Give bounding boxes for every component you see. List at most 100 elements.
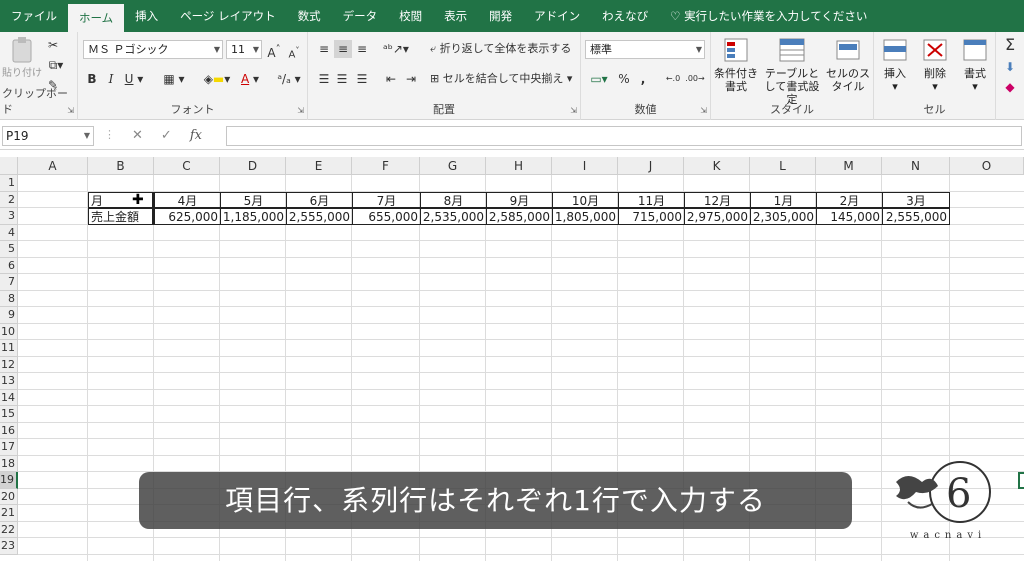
align-right-icon[interactable]: ☰ — [354, 70, 370, 88]
column-header-d[interactable]: D — [220, 157, 286, 175]
increase-decimal-icon[interactable]: ←.0 — [663, 70, 683, 88]
cut-icon[interactable]: ✂ — [45, 36, 61, 54]
sales-value-cell[interactable]: 2,305,000 — [750, 208, 816, 225]
autosum-icon[interactable]: Σ — [1002, 36, 1018, 54]
month-header-cell[interactable]: 5月 — [220, 191, 286, 208]
tab-insert[interactable]: 挿入 — [124, 0, 169, 32]
sales-value-cell[interactable]: 2,555,000 — [286, 208, 352, 225]
row-header-15[interactable]: 15 — [0, 406, 18, 423]
tab-waenavi[interactable]: わえなび — [591, 0, 659, 32]
sales-value-cell[interactable]: 2,975,000 — [684, 208, 750, 225]
decrease-decimal-icon[interactable]: .00→ — [685, 70, 705, 88]
clear-icon[interactable]: ◆ — [1002, 78, 1018, 96]
align-middle-icon[interactable]: ≡ — [334, 40, 352, 58]
sales-value-cell[interactable]: 2,585,000 — [486, 208, 552, 225]
cell-styles-button[interactable]: セルのスタイル — [825, 36, 871, 93]
column-header-b[interactable]: B — [88, 157, 154, 175]
merge-center-button[interactable]: ⊞ セルを結合して中央揃え ▾ — [430, 70, 580, 88]
borders-icon[interactable]: ▦ ▾ — [160, 70, 188, 88]
select-all-corner[interactable] — [0, 157, 18, 175]
paste-button[interactable]: 貼り付け — [2, 36, 42, 80]
increase-indent-icon[interactable]: ⇥ — [402, 70, 420, 88]
column-header-a[interactable]: A — [18, 157, 88, 175]
cancel-icon[interactable]: ✕ — [132, 126, 143, 146]
month-header-cell[interactable]: 9月 — [486, 191, 552, 208]
row-header-11[interactable]: 11 — [0, 340, 18, 357]
font-launcher-icon[interactable]: ⇲ — [297, 106, 304, 115]
underline-button[interactable]: U ▾ — [122, 70, 146, 88]
fill-color-icon[interactable]: ◈▬▾ — [202, 70, 232, 88]
table-header-label[interactable]: 月 — [88, 191, 154, 208]
row-header-14[interactable]: 14 — [0, 389, 18, 406]
column-header-g[interactable]: G — [420, 157, 486, 175]
month-header-cell[interactable]: 11月 — [618, 191, 684, 208]
row-header-5[interactable]: 5 — [0, 241, 18, 258]
row-header-4[interactable]: 4 — [0, 224, 18, 241]
sales-value-cell[interactable]: 625,000 — [154, 208, 220, 225]
align-top-icon[interactable]: ≡ — [316, 40, 332, 58]
month-header-cell[interactable]: 6月 — [286, 191, 352, 208]
tab-review[interactable]: 校閲 — [388, 0, 433, 32]
row-header-13[interactable]: 13 — [0, 373, 18, 390]
column-header-n[interactable]: N — [882, 157, 950, 175]
decrease-indent-icon[interactable]: ⇤ — [382, 70, 400, 88]
column-header-m[interactable]: M — [816, 157, 882, 175]
formula-input[interactable] — [226, 126, 1022, 146]
tab-home[interactable]: ホーム — [68, 4, 125, 32]
tell-me-box[interactable]: ♡ 実行したい作業を入力してください — [659, 0, 878, 32]
sales-value-cell[interactable]: 1,185,000 — [220, 208, 286, 225]
month-header-cell[interactable]: 10月 — [552, 191, 618, 208]
row-header-21[interactable]: 21 — [0, 505, 18, 522]
align-bottom-icon[interactable]: ≡ — [354, 40, 370, 58]
column-header-l[interactable]: L — [750, 157, 816, 175]
alignment-launcher-icon[interactable]: ⇲ — [570, 106, 577, 115]
tab-addins[interactable]: アドイン — [523, 0, 591, 32]
bold-button[interactable]: B — [84, 70, 100, 88]
table-row-label[interactable]: 売上金額 — [88, 208, 154, 225]
conditional-format-button[interactable]: 条件付き書式 — [713, 36, 759, 93]
wrap-text-button[interactable]: ⤶ 折り返して全体を表示する — [430, 40, 580, 58]
row-header-19[interactable]: 19 — [0, 472, 18, 489]
month-header-cell[interactable]: 3月 — [882, 191, 950, 208]
clipboard-launcher-icon[interactable]: ⇲ — [67, 106, 74, 115]
column-header-f[interactable]: F — [352, 157, 420, 175]
row-header-2[interactable]: 2 — [0, 191, 18, 208]
percent-button[interactable]: % — [617, 70, 631, 88]
increase-font-icon[interactable]: A˄ — [266, 41, 282, 60]
fill-icon[interactable]: ⬇ — [1002, 58, 1018, 76]
sales-value-cell[interactable]: 1,805,000 — [552, 208, 618, 225]
column-header-j[interactable]: J — [618, 157, 684, 175]
row-header-17[interactable]: 17 — [0, 439, 18, 456]
column-header-h[interactable]: H — [486, 157, 552, 175]
month-header-cell[interactable]: 4月 — [154, 191, 220, 208]
font-size-combo[interactable]: 11 ▼ — [226, 40, 262, 59]
row-header-10[interactable]: 10 — [0, 323, 18, 340]
row-header-1[interactable]: 1 — [0, 175, 18, 192]
align-left-icon[interactable]: ☰ — [316, 70, 332, 88]
currency-icon[interactable]: ▭▾ — [585, 70, 613, 88]
row-header-20[interactable]: 20 — [0, 488, 18, 505]
sales-value-cell[interactable]: 715,000 — [618, 208, 684, 225]
row-header-12[interactable]: 12 — [0, 356, 18, 373]
month-header-cell[interactable]: 2月 — [816, 191, 882, 208]
row-header-22[interactable]: 22 — [0, 521, 18, 538]
number-launcher-icon[interactable]: ⇲ — [700, 106, 707, 115]
row-header-6[interactable]: 6 — [0, 257, 18, 274]
column-header-k[interactable]: K — [684, 157, 750, 175]
font-name-combo[interactable]: ＭＳ Ｐゴシック ▼ — [83, 40, 223, 59]
column-header-i[interactable]: I — [552, 157, 618, 175]
orientation-icon[interactable]: ᵃᵇ↗▾ — [382, 40, 410, 58]
insert-cells-button[interactable]: 挿入 ▾ — [876, 36, 914, 93]
row-header-9[interactable]: 9 — [0, 307, 18, 324]
column-header-e[interactable]: E — [286, 157, 352, 175]
month-header-cell[interactable]: 7月 — [352, 191, 420, 208]
enter-icon[interactable]: ✓ — [161, 126, 172, 146]
tab-formulas[interactable]: 数式 — [287, 0, 332, 32]
tab-page-layout[interactable]: ページ レイアウト — [169, 0, 286, 32]
column-header-c[interactable]: C — [154, 157, 220, 175]
row-header-7[interactable]: 7 — [0, 274, 18, 291]
comma-button[interactable]: , — [637, 70, 649, 88]
sales-value-cell[interactable]: 145,000 — [816, 208, 882, 225]
italic-button[interactable]: I — [103, 70, 119, 88]
tab-view[interactable]: 表示 — [433, 0, 478, 32]
